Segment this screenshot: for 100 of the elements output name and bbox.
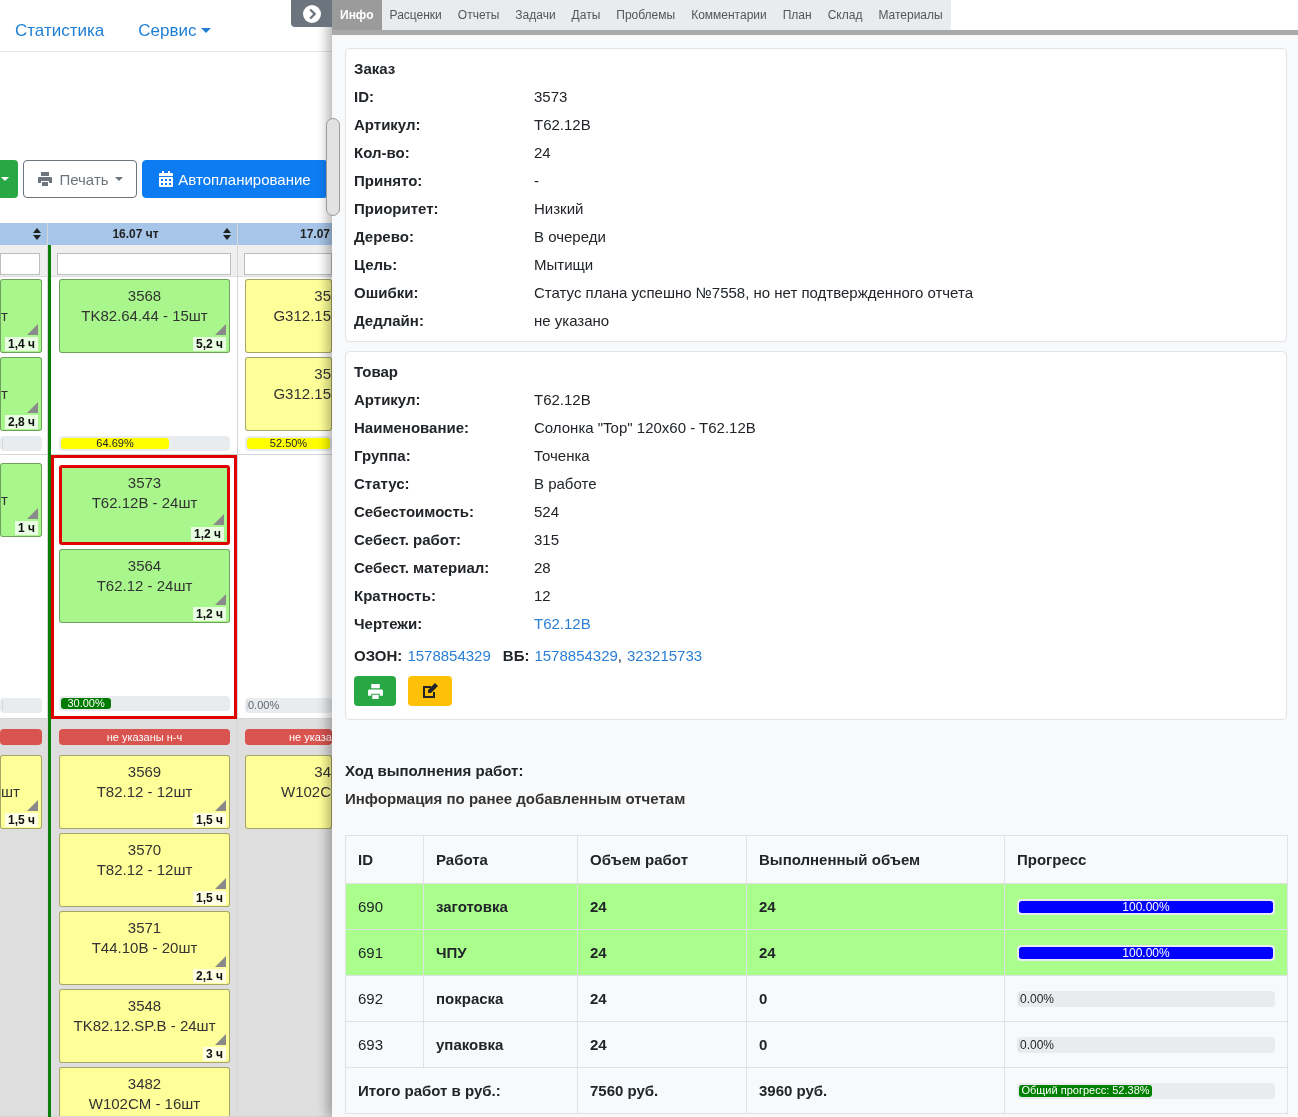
edit-button[interactable] bbox=[408, 676, 452, 706]
hours-badge: 1,2 ч bbox=[191, 527, 224, 541]
card-text: W102CM - 16шт bbox=[88, 1094, 201, 1114]
day-cell[interactable]: 3568 TK82.64.44 - 15шт 5,2 ч 64.69% bbox=[51, 277, 237, 455]
field-label: Ошибки: bbox=[354, 283, 419, 303]
tab[interactable]: Склад bbox=[819, 0, 871, 30]
warning-badge: не указаны н-ч bbox=[59, 729, 230, 745]
tab[interactable]: Проблемы bbox=[608, 0, 684, 30]
card-number: 3482 bbox=[127, 1074, 162, 1094]
table-row[interactable]: 692 покраска 24 0 0.00% bbox=[345, 975, 1288, 1022]
print-button[interactable]: Печать bbox=[23, 160, 137, 198]
field-value: не указано bbox=[534, 311, 610, 331]
printer-icon bbox=[37, 171, 54, 187]
tab[interactable]: Комментарии bbox=[683, 0, 775, 30]
order-card[interactable]: 3571 T44.10B - 20шт 2,1 ч bbox=[59, 911, 230, 985]
panel-toggle-button[interactable] bbox=[291, 0, 332, 27]
marketplace-label: ОЗОН: bbox=[354, 646, 403, 666]
field-value: Мытищи bbox=[534, 255, 594, 275]
marketplace-link[interactable]: 323215733 bbox=[627, 642, 703, 670]
order-card[interactable]: т 2,8 ч bbox=[0, 357, 42, 431]
order-card[interactable]: т 1,4 ч bbox=[0, 279, 42, 353]
marketplace-link[interactable]: 1578854329 bbox=[534, 642, 618, 670]
scrollbar-thumb[interactable] bbox=[326, 118, 340, 216]
field-value: 524 bbox=[534, 502, 560, 522]
card-number: 3564 bbox=[127, 556, 162, 576]
card-text: T44.10B - 20шт bbox=[91, 938, 198, 958]
tab[interactable]: План bbox=[774, 0, 820, 30]
table-cell: 0 bbox=[746, 975, 1005, 1022]
table-row[interactable]: 690 заготовка 24 24 100.00% bbox=[345, 883, 1288, 930]
resize-handle-icon bbox=[27, 402, 38, 413]
order-card[interactable]: 3568 TK82.64.44 - 15шт 5,2 ч bbox=[59, 279, 230, 353]
marketplace-link[interactable]: 1578854329 bbox=[407, 642, 491, 670]
field-value: 28 bbox=[534, 558, 551, 578]
hours-badge: 1,5 ч bbox=[193, 813, 226, 827]
field-value: В очереди bbox=[534, 227, 606, 247]
hours-badge: 1,5 ч bbox=[193, 891, 226, 905]
table-cell: ЧПУ bbox=[423, 929, 578, 976]
table-cell: заготовка bbox=[423, 883, 578, 930]
order-card[interactable]: 35 G312.15 bbox=[245, 279, 332, 353]
table-row[interactable]: 693 упаковка 24 0 0.00% bbox=[345, 1021, 1288, 1068]
tab[interactable]: Отчеты bbox=[449, 0, 508, 30]
resize-handle-icon bbox=[27, 800, 38, 811]
filter-field[interactable] bbox=[0, 253, 40, 275]
tab[interactable]: Материалы bbox=[870, 0, 951, 30]
day-cell[interactable]: шт 1,5 ч bbox=[0, 719, 47, 1117]
resize-handle-icon bbox=[215, 324, 226, 335]
card-text: T62.12 - 24шт bbox=[96, 576, 193, 596]
order-card[interactable]: 3548 TK82.12.SP.B - 24шт 3 ч bbox=[59, 989, 230, 1063]
hours-badge: 3 ч bbox=[203, 1047, 226, 1061]
tab[interactable]: Задачи bbox=[507, 0, 564, 30]
progress-label: 52.50% bbox=[269, 438, 308, 449]
day-cell[interactable]: 35 G312.15 35 G312.15 52.50% bbox=[238, 277, 332, 455]
filter-field[interactable] bbox=[244, 253, 332, 275]
order-card[interactable]: 3482 W102CM - 16шт bbox=[59, 1067, 230, 1116]
table-row[interactable]: 691 ЧПУ 24 24 100.00% bbox=[345, 929, 1288, 976]
field-label: Артикул: bbox=[354, 390, 421, 410]
nav-link[interactable]: Сервис bbox=[138, 20, 211, 41]
table-cell: 24 bbox=[746, 929, 1005, 976]
resize-handle-icon bbox=[27, 508, 38, 519]
order-card[interactable]: 3569 T82.12 - 12шт 1,5 ч bbox=[59, 755, 230, 829]
order-card[interactable]: 3564 T62.12 - 24шт 1,2 ч bbox=[59, 549, 230, 623]
order-card[interactable]: 34 W102C bbox=[245, 755, 332, 829]
sort-icon[interactable] bbox=[33, 228, 41, 240]
progress-label: 64.69% bbox=[96, 438, 134, 449]
order-card[interactable]: т 1 ч bbox=[0, 463, 42, 537]
table-cell: 693 bbox=[345, 1021, 424, 1068]
day-cell[interactable]: не указа 34 W102C bbox=[238, 719, 332, 1117]
marketplace-label: ВБ: bbox=[502, 646, 530, 666]
autoplan-button[interactable]: Автопланирование bbox=[142, 160, 328, 198]
field-label: Чертежи: bbox=[354, 614, 423, 634]
card-number: 3569 bbox=[127, 762, 162, 782]
filter-field[interactable] bbox=[57, 253, 231, 275]
drawing-link[interactable]: T62.12B bbox=[534, 610, 591, 638]
card-text: шт bbox=[1, 782, 20, 802]
nav-link[interactable]: Статистика bbox=[15, 20, 105, 41]
tab[interactable]: Расценки bbox=[381, 0, 450, 30]
edit-icon bbox=[421, 683, 439, 699]
order-card[interactable]: 3570 T82.12 - 12шт 1,5 ч bbox=[59, 833, 230, 907]
order-card[interactable]: шт 1,5 ч bbox=[0, 755, 42, 829]
field-value: Точенка bbox=[534, 446, 590, 466]
progress-label: Общий прогресс: 52.38% bbox=[1021, 1085, 1150, 1096]
table-cell: 690 bbox=[345, 883, 424, 930]
dropdown-button[interactable] bbox=[0, 160, 18, 198]
day-cell[interactable]: не указаны н-ч 3569 T82.12 - 12шт 1,5 ч 3570 T82.12 - 12шт 1,5 ч 3571 T44.10B - 20шт 2,1 ч 3548 TK82.12.SP.B - 24шт 3 ч 3482 W102CM - 16шт bbox=[51, 719, 237, 1117]
resize-handle-icon bbox=[27, 324, 38, 335]
order-card[interactable]: 3573 T62.12B - 24шт 1,2 ч bbox=[59, 465, 230, 545]
card-text: TK82.12.SP.B - 24шт bbox=[73, 1016, 216, 1036]
tab[interactable]: Даты bbox=[563, 0, 609, 30]
day-cell[interactable]: 3573 T62.12B - 24шт 1,2 ч 3564 T62.12 - 24шт 1,2 ч 30.00% bbox=[51, 455, 237, 719]
print-button[interactable] bbox=[354, 676, 396, 706]
field-label: Себестоимость: bbox=[354, 502, 475, 522]
calendar-icon bbox=[159, 171, 174, 187]
field-label: Статус: bbox=[354, 474, 410, 494]
card-number: 3571 bbox=[127, 918, 162, 938]
progress-label: 0.00% bbox=[1020, 1038, 1055, 1051]
sort-icon[interactable] bbox=[223, 228, 231, 240]
day-cell[interactable]: т 1,4 ч т 2,8 ч bbox=[0, 277, 47, 455]
column-header: Работа bbox=[423, 835, 578, 884]
column-header: Выполненный объем bbox=[746, 835, 1005, 884]
order-card[interactable]: 35 G312.15 bbox=[245, 357, 332, 431]
